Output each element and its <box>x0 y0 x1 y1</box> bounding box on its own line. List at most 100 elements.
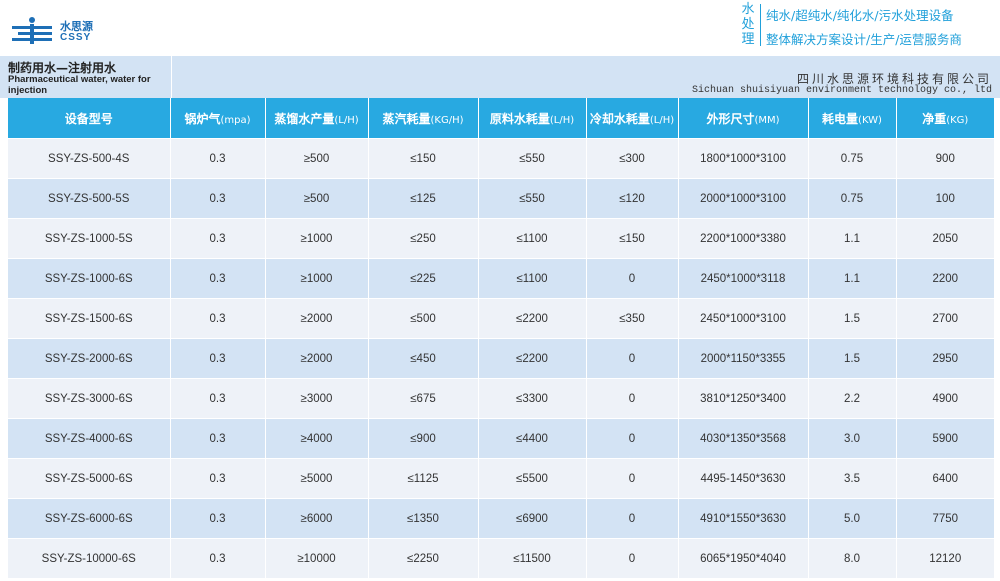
cell-cooling-water: 0 <box>586 458 679 499</box>
product-title-band: 制药用水—注射用水 Pharmaceutical water, water fo… <box>0 56 1000 98</box>
cell-net-weight: 7750 <box>896 498 994 539</box>
cell-feed-water: ≤550 <box>478 138 587 179</box>
cell-steam-consumption: ≤450 <box>368 338 479 379</box>
column-header-feed-water: 原料水耗量(L/H) <box>478 98 587 139</box>
cell-dimensions: 1800*1000*3100 <box>678 138 809 179</box>
cell-model: SSY-ZS-500-4S <box>8 138 171 179</box>
cell-dimensions: 3810*1250*3400 <box>678 378 809 419</box>
cell-distilled-output: ≥1000 <box>265 218 369 259</box>
cell-boiler-steam: 0.3 <box>170 258 266 299</box>
cell-cooling-water: 0 <box>586 378 679 419</box>
column-header-unit: (L/H) <box>649 114 675 126</box>
cell-boiler-steam: 0.3 <box>170 178 266 219</box>
cell-model: SSY-ZS-1000-6S <box>8 258 171 299</box>
cell-dimensions: 2000*1150*3355 <box>678 338 809 379</box>
cell-boiler-steam: 0.3 <box>170 138 266 179</box>
cell-net-weight: 5900 <box>896 418 994 459</box>
cell-dimensions: 4495-1450*3630 <box>678 458 809 499</box>
tagline-line-2: 整体解决方案设计/生产/运营服务商 <box>766 32 962 47</box>
cell-feed-water: ≤6900 <box>478 498 587 539</box>
column-header-cooling-water: 冷却水耗量(L/H) <box>586 98 679 139</box>
column-header-model: 设备型号 <box>8 98 171 139</box>
cell-dimensions: 2200*1000*3380 <box>678 218 809 259</box>
cell-feed-water: ≤2200 <box>478 298 587 339</box>
cell-cooling-water: ≤150 <box>586 218 679 259</box>
column-header-unit: (KW) <box>858 114 882 126</box>
cell-net-weight: 6400 <box>896 458 994 499</box>
column-header-label: 设备型号 <box>64 111 113 126</box>
cell-distilled-output: ≥500 <box>265 138 369 179</box>
cell-net-weight: 2200 <box>896 258 994 299</box>
column-header-label: 蒸汽耗量 <box>382 111 431 126</box>
cell-model: SSY-ZS-3000-6S <box>8 378 171 419</box>
spec-table: 设备型号 锅炉气(mpa) 蒸馏水产量(L/H) 蒸汽耗量(KG/H) 原料水耗… <box>8 98 994 578</box>
cell-dimensions: 4030*1350*3568 <box>678 418 809 459</box>
cell-power: 1.5 <box>808 338 897 379</box>
table-row: SSY-ZS-500-5S 0.3 ≥500 ≤125 ≤550 ≤120 2000*100… <box>8 178 994 219</box>
cell-boiler-steam: 0.3 <box>170 498 266 539</box>
column-header-boiler-steam: 锅炉气(mpa) <box>170 98 266 139</box>
cell-net-weight: 900 <box>896 138 994 179</box>
table-row: SSY-ZS-3000-6S 0.3 ≥3000 ≤675 ≤3300 0 3810*125… <box>8 378 994 419</box>
cell-cooling-water: 0 <box>586 498 679 539</box>
cell-feed-water: ≤1100 <box>478 258 587 299</box>
column-header-label: 原料水耗量 <box>489 111 550 126</box>
cell-feed-water: ≤1100 <box>478 218 587 259</box>
cell-feed-water: ≤5500 <box>478 458 587 499</box>
tagline-vertical-char: 理 <box>741 32 755 47</box>
cell-boiler-steam: 0.3 <box>170 418 266 459</box>
cell-power: 1.1 <box>808 218 897 259</box>
cell-power: 1.1 <box>808 258 897 299</box>
column-header-label: 冷却水耗量 <box>589 111 650 126</box>
cell-boiler-steam: 0.3 <box>170 298 266 339</box>
cell-boiler-steam: 0.3 <box>170 338 266 379</box>
brand-logo: 水思源 CSSY <box>10 14 120 48</box>
table-row: SSY-ZS-4000-6S 0.3 ≥4000 ≤900 ≤4400 0 4030*135… <box>8 418 994 459</box>
table-header-row: 设备型号 锅炉气(mpa) 蒸馏水产量(L/H) 蒸汽耗量(KG/H) 原料水耗… <box>8 98 994 139</box>
column-header-unit: (L/H) <box>334 114 359 126</box>
cell-steam-consumption: ≤1125 <box>368 458 479 499</box>
cell-net-weight: 2700 <box>896 298 994 339</box>
cell-dimensions: 2450*1000*3118 <box>678 258 809 299</box>
cell-dimensions: 4910*1550*3630 <box>678 498 809 539</box>
cell-model: SSY-ZS-5000-6S <box>8 458 171 499</box>
tagline-vertical-char: 水 <box>741 2 755 17</box>
tagline-vertical-char: 处 <box>741 17 755 32</box>
cell-boiler-steam: 0.3 <box>170 538 266 578</box>
title-separator <box>171 56 172 98</box>
cell-steam-consumption: ≤900 <box>368 418 479 459</box>
cell-power: 3.0 <box>808 418 897 459</box>
cell-steam-consumption: ≤225 <box>368 258 479 299</box>
page-header: 水思源 CSSY 水 处 理 纯水/超纯水/纯化水/污水处理设备 整体解决方案设… <box>0 0 1000 56</box>
cell-distilled-output: ≥2000 <box>265 338 369 379</box>
cell-distilled-output: ≥6000 <box>265 498 369 539</box>
water-drop-logo-icon <box>12 17 52 44</box>
cell-steam-consumption: ≤125 <box>368 178 479 219</box>
cell-boiler-steam: 0.3 <box>170 458 266 499</box>
table-row: SSY-ZS-1500-6S 0.3 ≥2000 ≤500 ≤2200 ≤350 2450*… <box>8 298 994 339</box>
column-header-label: 锅炉气 <box>184 111 221 126</box>
table-row: SSY-ZS-6000-6S 0.3 ≥6000 ≤1350 ≤6900 0 4910*15… <box>8 498 994 539</box>
cell-boiler-steam: 0.3 <box>170 218 266 259</box>
service-tagline: 水 处 理 纯水/超纯水/纯化水/污水处理设备 整体解决方案设计/生产/运营服务… <box>740 2 998 48</box>
cell-steam-consumption: ≤250 <box>368 218 479 259</box>
table-row: SSY-ZS-500-4S 0.3 ≥500 ≤150 ≤550 ≤300 1800*100… <box>8 138 994 179</box>
column-header-unit: (L/H) <box>549 114 575 126</box>
cell-model: SSY-ZS-1000-5S <box>8 218 171 259</box>
column-header-distilled-output: 蒸馏水产量(L/H) <box>265 98 369 139</box>
column-header-dimensions: 外形尺寸(MM) <box>678 98 809 139</box>
cell-net-weight: 12120 <box>896 538 994 578</box>
cell-cooling-water: 0 <box>586 538 679 578</box>
cell-feed-water: ≤550 <box>478 178 587 219</box>
cell-distilled-output: ≥1000 <box>265 258 369 299</box>
cell-steam-consumption: ≤675 <box>368 378 479 419</box>
column-header-label: 净重 <box>922 111 947 126</box>
cell-cooling-water: ≤120 <box>586 178 679 219</box>
cell-steam-consumption: ≤2250 <box>368 538 479 578</box>
cell-boiler-steam: 0.3 <box>170 378 266 419</box>
cell-cooling-water: 0 <box>586 338 679 379</box>
cell-feed-water: ≤11500 <box>478 538 587 578</box>
cell-model: SSY-ZS-2000-6S <box>8 338 171 379</box>
cell-steam-consumption: ≤500 <box>368 298 479 339</box>
product-title-en: Pharmaceutical water, water for injectio… <box>8 74 151 96</box>
